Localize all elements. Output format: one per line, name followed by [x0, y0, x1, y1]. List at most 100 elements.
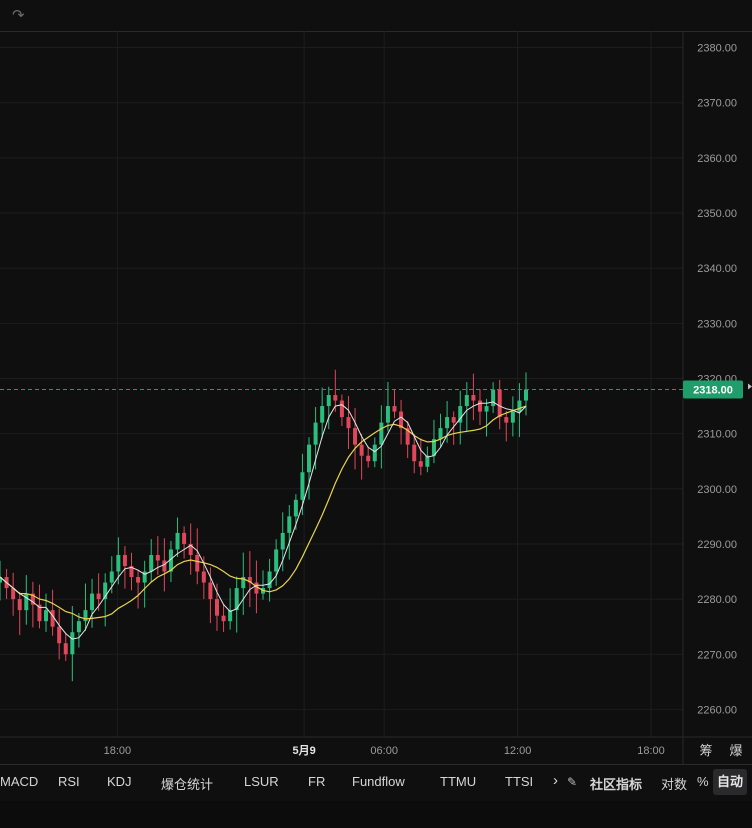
- community-indicators-button[interactable]: 社区指标: [590, 774, 642, 793]
- tab-liquidation-stats[interactable]: 爆仓统计: [161, 774, 213, 793]
- tab-macd[interactable]: MACD: [0, 774, 38, 789]
- more-tabs-chevron-icon[interactable]: ›: [553, 772, 558, 789]
- candle-body: [175, 532, 180, 550]
- candle-body: [366, 455, 371, 462]
- tab-rsi[interactable]: RSI: [58, 774, 80, 789]
- y-tick-label: 2290.00: [697, 539, 737, 551]
- candle-body: [464, 395, 469, 407]
- candle-body: [333, 395, 338, 401]
- last-price-marker: 2318.00: [0, 380, 752, 399]
- y-tick-label: 2380.00: [697, 43, 737, 55]
- candlestick-chart[interactable]: 2380.00 2370.00 2360.00 2350.00 2340.00 2330.…: [0, 31, 752, 764]
- candle-body: [201, 571, 206, 583]
- redo-arrow-icon[interactable]: ↷: [12, 6, 25, 24]
- candle-body: [497, 389, 502, 418]
- y-tick-label: 2340.00: [697, 263, 737, 275]
- candle-body: [471, 395, 476, 401]
- candle-body: [162, 560, 167, 572]
- candle-body: [339, 400, 344, 418]
- candle-body: [445, 417, 450, 429]
- x-tick-label: 5月9: [293, 744, 316, 757]
- y-tick-label: 2300.00: [697, 484, 737, 496]
- candle-body: [155, 554, 160, 561]
- candle-body: [484, 406, 489, 412]
- candle-body: [491, 389, 496, 407]
- candle-body: [267, 571, 272, 589]
- y-tick-label: 2260.00: [697, 704, 737, 716]
- tab-lsur[interactable]: LSUR: [244, 774, 279, 789]
- chart-grid: [0, 31, 683, 737]
- tab-fr[interactable]: FR: [308, 774, 325, 789]
- candle-body: [83, 610, 88, 622]
- log-scale-toggle[interactable]: 对数: [661, 774, 687, 793]
- candle-body: [293, 499, 298, 517]
- lower-panel: [0, 801, 752, 828]
- candle-body: [372, 444, 377, 462]
- tab-ttsi[interactable]: TTSI: [505, 774, 533, 789]
- tab-ttmu[interactable]: TTMU: [440, 774, 476, 789]
- indicator-tab-bar: MACD RSI KDJ 爆仓统计 LSUR FR Fundflow TTMU …: [0, 764, 752, 801]
- y-tick-label: 2360.00: [697, 153, 737, 165]
- candle-body: [517, 400, 522, 412]
- candle-body: [385, 406, 390, 423]
- edit-icon[interactable]: ✎: [567, 775, 577, 789]
- x-tick-label: 18:00: [637, 745, 665, 757]
- y-tick-label: 2270.00: [697, 649, 737, 661]
- candle-body: [63, 643, 68, 655]
- candle-body: [109, 571, 114, 583]
- candle-body: [320, 406, 325, 423]
- candle-body: [477, 400, 482, 412]
- candle-body: [451, 417, 456, 423]
- candle-body: [208, 582, 213, 600]
- x-tick-label: 18:00: [104, 745, 132, 757]
- x-tick-label: 06:00: [370, 745, 398, 757]
- candle-body: [346, 417, 351, 429]
- last-price-label: 2318.00: [693, 385, 733, 397]
- tab-fundflow[interactable]: Fundflow: [352, 774, 405, 789]
- candle-body: [353, 428, 358, 445]
- candle-body: [287, 516, 292, 533]
- auto-scale-toggle[interactable]: 自动: [713, 769, 747, 795]
- candle-body: [122, 554, 127, 567]
- candle-body: [359, 444, 364, 456]
- candle-body: [392, 406, 397, 412]
- candle-body: [90, 593, 95, 611]
- y-tick-label: 2350.00: [697, 208, 737, 220]
- candle-body: [195, 554, 200, 572]
- candle-body: [307, 444, 312, 473]
- candle-body: [96, 593, 101, 600]
- candle-body: [76, 621, 81, 633]
- tab-kdj[interactable]: KDJ: [107, 774, 132, 789]
- candle-body: [57, 626, 62, 644]
- candle-body: [438, 428, 443, 440]
- candle-body: [524, 389, 528, 401]
- candle-body: [149, 554, 154, 572]
- candles: [0, 369, 528, 682]
- candle-body: [418, 461, 423, 467]
- candle-body: [116, 554, 121, 572]
- y-tick-label: 2280.00: [697, 594, 737, 606]
- x-tick-label: 12:00: [504, 745, 532, 757]
- liquidation-label: 爆: [729, 744, 742, 759]
- y-tick-label: 2330.00: [697, 318, 737, 330]
- candle-body: [313, 422, 318, 445]
- candle-body: [136, 577, 141, 583]
- candle-body: [300, 472, 305, 500]
- candle-body: [182, 532, 187, 544]
- x-axis: 18:00 5月9 06:00 12:00 18:00 筹 爆: [0, 736, 752, 759]
- chart-toolbar: ↷: [0, 0, 752, 32]
- y-tick-label: 2370.00: [697, 98, 737, 110]
- candle-body: [70, 632, 75, 655]
- candle-body: [221, 615, 226, 622]
- chips-label: 筹: [699, 743, 712, 759]
- candle-body: [44, 610, 49, 622]
- price-scale-arrow-icon: [748, 383, 752, 390]
- candle-body: [17, 599, 22, 611]
- candle-body: [274, 549, 279, 572]
- candle-body: [510, 411, 515, 423]
- y-tick-label: 2310.00: [697, 429, 737, 441]
- candle-body: [412, 444, 417, 462]
- candle-body: [326, 395, 331, 407]
- candle-body: [379, 422, 384, 445]
- percent-scale-toggle[interactable]: %: [697, 774, 709, 789]
